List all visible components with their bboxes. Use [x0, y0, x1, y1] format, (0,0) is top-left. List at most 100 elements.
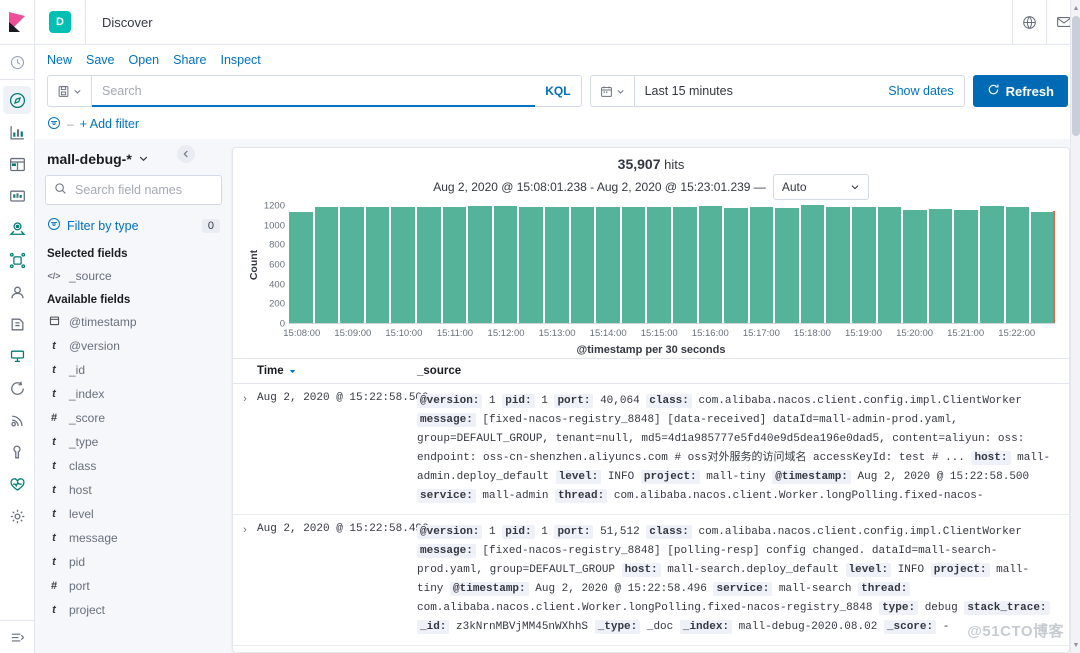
- filter-by-type-button[interactable]: Filter by type 0: [45, 213, 222, 242]
- histogram-bar[interactable]: [852, 207, 876, 323]
- histogram-bar[interactable]: [366, 207, 390, 323]
- field-item-version[interactable]: t@version: [45, 334, 222, 358]
- source-field-key: thread:: [858, 582, 910, 596]
- field-search-input[interactable]: [73, 182, 213, 198]
- field-item-class[interactable]: tclass: [45, 454, 222, 478]
- histogram-bar[interactable]: [571, 207, 595, 323]
- field-item-score[interactable]: #_score: [45, 406, 222, 430]
- sidebar-item-machine-learning[interactable]: [3, 246, 31, 274]
- saved-query-button[interactable]: [48, 76, 92, 106]
- query-language-button[interactable]: KQL: [535, 84, 580, 98]
- source-field-key: @timestamp:: [772, 470, 851, 484]
- page-scrollbar[interactable]: ▲ ▼: [1070, 0, 1080, 653]
- sidebar-item-dev-tools[interactable]: [3, 438, 31, 466]
- histogram-bar[interactable]: [750, 207, 774, 323]
- source-field-value: com.alibaba.nacos.client.Worker.longPoll…: [417, 602, 879, 614]
- globe-icon[interactable]: [1012, 0, 1046, 45]
- scroll-up-arrow[interactable]: ▲: [1071, 2, 1080, 14]
- histogram-bar[interactable]: [443, 207, 467, 323]
- sidebar-item-visualize[interactable]: [3, 118, 31, 146]
- histogram-bar[interactable]: [391, 207, 415, 323]
- field-item-level[interactable]: tlevel: [45, 502, 222, 526]
- scrollbar-thumb[interactable]: [1072, 16, 1080, 136]
- table-row[interactable]: ›Aug 2, 2020 @ 15:22:58.500@version: 1 p…: [233, 384, 1069, 515]
- histogram-bar[interactable]: [545, 207, 569, 323]
- collapse-sidebar-button[interactable]: [177, 145, 195, 163]
- add-filter-button[interactable]: + Add filter: [80, 117, 139, 131]
- field-item-index[interactable]: t_index: [45, 382, 222, 406]
- sidebar-item-uptime[interactable]: [3, 374, 31, 402]
- sidebar-item-monitoring[interactable]: [3, 470, 31, 498]
- histogram-bar[interactable]: [826, 207, 850, 323]
- histogram-bar[interactable]: [468, 206, 492, 323]
- menu-item-save[interactable]: Save: [86, 53, 115, 67]
- calendar-icon[interactable]: [591, 76, 635, 106]
- field-item-message[interactable]: tmessage: [45, 526, 222, 550]
- table-row[interactable]: ›Aug 2, 2020 @ 15:22:58.488@version: 1 p…: [233, 646, 1069, 652]
- histogram-bar[interactable]: [878, 207, 902, 323]
- field-item-source[interactable]: </>_source: [45, 264, 222, 288]
- menu-item-inspect[interactable]: Inspect: [220, 53, 260, 67]
- recently-viewed-icon[interactable]: [0, 45, 34, 80]
- kibana-logo-icon[interactable]: [0, 0, 34, 45]
- sidebar-item-discover[interactable]: [3, 86, 31, 114]
- sidebar-item-infrastructure[interactable]: [3, 278, 31, 306]
- histogram-bar[interactable]: [519, 207, 543, 323]
- sidebar-item-siem[interactable]: [3, 406, 31, 434]
- menu-item-new[interactable]: New: [47, 53, 72, 67]
- refresh-button[interactable]: Refresh: [973, 75, 1068, 107]
- histogram-bar[interactable]: [647, 207, 671, 323]
- menu-item-share[interactable]: Share: [173, 53, 206, 67]
- collapse-nav-button[interactable]: [0, 620, 34, 653]
- histogram-bar[interactable]: [699, 206, 723, 323]
- sidebar-item-apm[interactable]: [3, 342, 31, 370]
- source-column-header[interactable]: _source: [417, 365, 1069, 377]
- row-source: @version: 1 pid: 1 port: 51,512 class: c…: [417, 523, 1069, 637]
- field-item-type[interactable]: t_type: [45, 430, 222, 454]
- histogram-chart[interactable]: Count 020040060080010001200: [247, 206, 1055, 324]
- sidebar-item-dashboard[interactable]: [3, 150, 31, 178]
- histogram-bar[interactable]: [596, 207, 620, 323]
- source-field-key: pid:: [502, 394, 534, 408]
- expand-row-icon[interactable]: ›: [233, 523, 257, 637]
- histogram-bar[interactable]: [1031, 212, 1055, 323]
- field-item-timestamp[interactable]: @timestamp: [45, 310, 222, 334]
- sidebar-item-maps[interactable]: [3, 214, 31, 242]
- histogram-bar[interactable]: [622, 207, 646, 323]
- time-column-header[interactable]: Time: [257, 365, 417, 377]
- field-item-port[interactable]: #port: [45, 574, 222, 598]
- histogram-bar[interactable]: [980, 206, 1004, 323]
- index-pattern-selector[interactable]: mall-debug-*: [45, 147, 222, 175]
- histogram-bar[interactable]: [315, 207, 339, 323]
- sidebar-item-logs[interactable]: [3, 310, 31, 338]
- show-dates-button[interactable]: Show dates: [878, 84, 963, 98]
- histogram-bar[interactable]: [673, 207, 697, 323]
- histogram-bar[interactable]: [417, 207, 441, 323]
- histogram-bar[interactable]: [289, 212, 313, 323]
- field-item-id[interactable]: t_id: [45, 358, 222, 382]
- scroll-down-arrow[interactable]: ▼: [1071, 639, 1080, 651]
- expand-row-icon[interactable]: ›: [233, 392, 257, 506]
- hits-count: 35,907: [618, 156, 661, 172]
- sidebar-item-management[interactable]: [3, 502, 31, 530]
- histogram-bar[interactable]: [903, 210, 927, 323]
- field-item-host[interactable]: thost: [45, 478, 222, 502]
- histogram-bar[interactable]: [929, 209, 953, 323]
- sidebar-item-canvas[interactable]: [3, 182, 31, 210]
- histogram-bar[interactable]: [801, 205, 825, 323]
- source-field-key: @timestamp:: [450, 582, 529, 596]
- histogram-bar[interactable]: [954, 210, 978, 323]
- menu-item-open[interactable]: Open: [129, 53, 160, 67]
- field-item-project[interactable]: tproject: [45, 598, 222, 622]
- table-row[interactable]: ›Aug 2, 2020 @ 15:22:58.496@version: 1 p…: [233, 515, 1069, 646]
- search-input[interactable]: [92, 77, 535, 105]
- histogram-bar[interactable]: [340, 207, 364, 323]
- field-item-pid[interactable]: tpid: [45, 550, 222, 574]
- histogram-bar[interactable]: [494, 206, 518, 323]
- interval-select[interactable]: Auto: [773, 174, 869, 200]
- histogram-bar[interactable]: [1006, 207, 1030, 323]
- histogram-bar[interactable]: [775, 208, 799, 323]
- time-range-value[interactable]: Last 15 minutes: [635, 84, 879, 98]
- filter-icon[interactable]: [47, 116, 61, 133]
- histogram-bar[interactable]: [724, 208, 748, 323]
